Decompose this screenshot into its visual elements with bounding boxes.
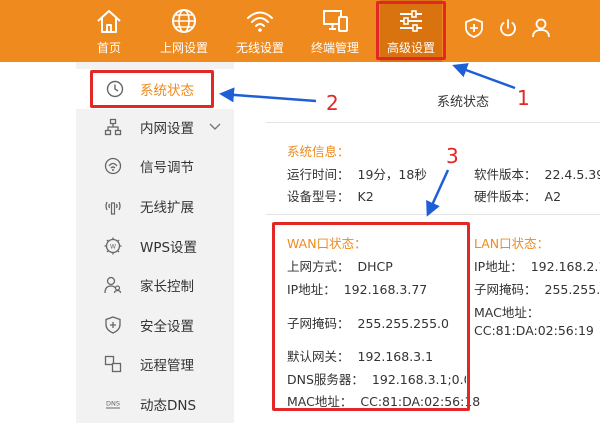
arrow-to-advanced: [452, 63, 516, 90]
annotation-number-2: 2: [326, 91, 339, 115]
annotation-number-1: 1: [517, 86, 530, 110]
arrow-to-wan-status: [426, 169, 450, 217]
arrow-to-system-status: [219, 87, 317, 103]
annotation-number-3: 3: [446, 144, 459, 168]
annotation-arrows: [219, 63, 516, 217]
